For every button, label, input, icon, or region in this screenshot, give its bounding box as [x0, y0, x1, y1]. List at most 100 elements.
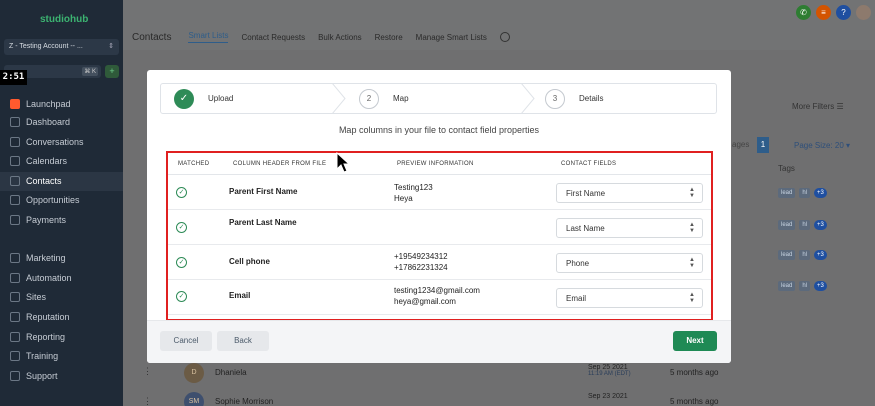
- relative-time: 5 months ago: [670, 368, 719, 377]
- back-button[interactable]: Back: [217, 331, 269, 351]
- sidebar-item-calendars[interactable]: Calendars: [10, 154, 67, 168]
- chevron-updown-icon: ▲ ▼: [689, 257, 695, 269]
- tag: hl: [799, 188, 811, 198]
- select-value: Email: [566, 294, 587, 303]
- row-menu-icon[interactable]: ⋮: [143, 396, 152, 406]
- sidebar-item-contacts[interactable]: Contacts: [10, 174, 62, 188]
- tab-smart-lists[interactable]: Smart Lists: [188, 31, 229, 43]
- tab-bulk-actions[interactable]: Bulk Actions: [318, 33, 362, 42]
- step-label: Map: [393, 94, 409, 103]
- tags-column-header: Tags: [778, 164, 795, 173]
- tag: lead: [778, 220, 796, 230]
- tag: lead: [778, 250, 796, 260]
- time-text: 11:19 AM (EDT): [588, 371, 631, 377]
- preview-line: +19549234312: [394, 252, 448, 261]
- gear-icon[interactable]: [499, 32, 510, 42]
- sidebar-item-marketing[interactable]: Marketing: [10, 251, 66, 265]
- contact-name[interactable]: Dhaniela: [215, 368, 247, 377]
- sidebar: studiohub Z - Testing Account -- ... ⇕ ⌘…: [0, 0, 123, 406]
- chevron-updown-icon: ▲ ▼: [689, 292, 695, 304]
- step-number: 3: [545, 88, 565, 109]
- sidebar-item-label: Conversations: [26, 137, 84, 147]
- quick-add-button[interactable]: +: [105, 65, 119, 78]
- column-name: Email: [229, 291, 251, 300]
- user-avatar[interactable]: [856, 5, 871, 20]
- sidebar-item-launchpad[interactable]: Launchpad: [10, 97, 71, 111]
- sidebar-item-label: Support: [26, 371, 58, 381]
- send-icon: [10, 253, 20, 263]
- step-upload: ✓ Upload: [174, 84, 233, 113]
- more-filters-button[interactable]: More Filters ☰: [792, 102, 844, 111]
- tag: hl: [799, 220, 811, 230]
- search-shortcut: ⌘ K: [82, 67, 98, 76]
- sidebar-item-payments[interactable]: Payments: [10, 213, 66, 227]
- sidebar-item-training[interactable]: Training: [10, 349, 58, 363]
- contact-name[interactable]: Sophie Morrison: [215, 397, 273, 406]
- column-header-preview: PREVIEW INFORMATION: [397, 161, 474, 167]
- sidebar-item-conversations[interactable]: Conversations: [10, 135, 84, 149]
- check-icon: ✓: [174, 88, 194, 109]
- tab-contact-requests[interactable]: Contact Requests: [241, 33, 305, 42]
- next-button[interactable]: Next: [673, 331, 717, 351]
- tag-more[interactable]: +3: [814, 281, 827, 291]
- sidebar-item-label: Automation: [26, 273, 72, 283]
- sidebar-item-label: Dashboard: [26, 117, 71, 127]
- preview-info: Testing123 Heya: [394, 182, 433, 204]
- column-name: Parent Last Name: [229, 218, 297, 227]
- step-label: Details: [579, 94, 604, 103]
- preview-line: Heya: [394, 194, 413, 203]
- contact-field-select[interactable]: Last Name ▲ ▼: [556, 218, 703, 238]
- globe-icon: [10, 292, 20, 302]
- sidebar-item-sites[interactable]: Sites: [10, 290, 46, 304]
- calendar-icon: [10, 156, 20, 166]
- check-circle-icon: ✓: [176, 291, 187, 302]
- contact-field-select[interactable]: Email ▲ ▼: [556, 288, 703, 308]
- tag-row: lead hl +3: [778, 250, 827, 260]
- cancel-button[interactable]: Cancel: [160, 331, 212, 351]
- modal-subtitle: Map columns in your file to contact fiel…: [338, 125, 540, 135]
- column-header-file: COLUMN HEADER FROM FILE: [233, 161, 327, 167]
- page-title: Contacts: [132, 31, 172, 43]
- tag-row: lead hl +3: [778, 188, 827, 198]
- phone-icon[interactable]: ✆: [796, 5, 811, 20]
- tag-more[interactable]: +3: [814, 220, 827, 230]
- sidebar-item-reputation[interactable]: Reputation: [10, 310, 70, 324]
- dashboard-icon: [10, 117, 20, 127]
- preview-info: testing1234@gmail.com heya@gmail.com: [394, 285, 480, 307]
- select-value: Phone: [566, 259, 590, 268]
- mapping-table: MATCHED COLUMN HEADER FROM FILE PREVIEW …: [166, 151, 713, 321]
- sidebar-item-label: Opportunities: [26, 195, 80, 205]
- menu-icon[interactable]: ≡: [816, 5, 831, 20]
- preview-line: Testing123: [394, 183, 433, 192]
- check-circle-icon: ✓: [176, 187, 187, 198]
- tag-more[interactable]: +3: [814, 250, 827, 260]
- sidebar-item-label: Sites: [26, 292, 47, 302]
- page-size-label: Page Size: 20: [794, 141, 844, 150]
- sidebar-item-reporting[interactable]: Reporting: [10, 330, 65, 344]
- table-row: ✓ Parent Last Name Last Name ▲ ▼: [168, 210, 711, 245]
- sidebar-item-support[interactable]: Support: [10, 369, 58, 383]
- page-number[interactable]: 1: [757, 137, 769, 153]
- tag-more[interactable]: +3: [814, 188, 827, 198]
- modal-footer: Cancel Back Next: [147, 320, 731, 363]
- sidebar-item-dashboard[interactable]: Dashboard: [10, 115, 70, 129]
- sidebar-item-automation[interactable]: Automation: [10, 271, 72, 285]
- tab-manage-smart-lists[interactable]: Manage Smart Lists: [416, 33, 487, 42]
- select-value: First Name: [566, 189, 606, 198]
- pages-label: ages: [732, 140, 750, 149]
- row-menu-icon[interactable]: ⋮: [143, 366, 152, 377]
- account-switcher[interactable]: Z - Testing Account -- ... ⇕: [4, 39, 119, 55]
- step-map: 2 Map: [359, 84, 409, 113]
- step-details: 3 Details: [545, 84, 603, 113]
- date-text: Sep 23 2021: [588, 393, 628, 400]
- stepper: ✓ Upload 2 Map 3 Details: [160, 83, 717, 114]
- help-icon[interactable]: ?: [836, 5, 851, 20]
- tab-restore[interactable]: Restore: [375, 33, 403, 42]
- table-row: ✓ Email testing1234@gmail.com heya@gmail…: [168, 280, 711, 315]
- table-row: ✓ Cell phone +19549234312 +17862231324 P…: [168, 245, 711, 280]
- page-size-select[interactable]: Page Size: 20 ▾: [794, 141, 850, 150]
- contact-field-select[interactable]: First Name ▲ ▼: [556, 183, 703, 203]
- timer-overlay: 2:51: [0, 70, 27, 85]
- sidebar-item-opportunities[interactable]: Opportunities: [10, 193, 80, 207]
- contact-field-select[interactable]: Phone ▲ ▼: [556, 253, 703, 273]
